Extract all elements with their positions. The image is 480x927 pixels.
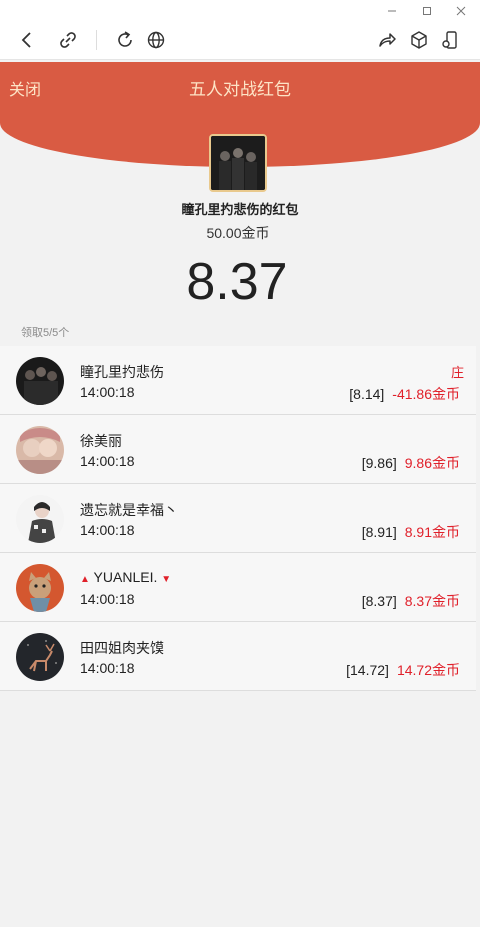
refresh-icon[interactable] bbox=[114, 29, 136, 51]
claim-result: [14.72] 14.72金币 bbox=[346, 660, 460, 680]
link-icon[interactable] bbox=[57, 29, 79, 51]
member-name: 瞳孔里扚悲伤 bbox=[80, 364, 164, 380]
avatar bbox=[16, 426, 64, 474]
claim-time: 14:00:18 bbox=[80, 384, 135, 400]
claim-time: 14:00:18 bbox=[80, 660, 135, 676]
member-name: ▲ YUANLEI. ▼ bbox=[80, 569, 171, 585]
claim-time: 14:00:18 bbox=[80, 591, 135, 607]
claimed-count: 领取5/5个 bbox=[21, 327, 70, 339]
gold-change: 8.91金币 bbox=[404, 524, 460, 540]
claim-list: 瞳孔里扚悲伤 庄 14:00:18 [8.14] -41.86金币 徐美丽 14:… bbox=[0, 346, 476, 691]
claim-value: [9.86] bbox=[361, 455, 397, 471]
toolbar-divider bbox=[96, 30, 97, 50]
member-name: 遗忘就是幸福丶 bbox=[80, 502, 178, 518]
claim-value: [14.72] bbox=[346, 662, 389, 678]
avatar bbox=[16, 357, 64, 405]
sender-avatar bbox=[209, 134, 267, 192]
toolbar bbox=[0, 22, 480, 60]
triangle-down-icon: ▼ bbox=[161, 574, 172, 585]
gold-change: -41.86金币 bbox=[392, 386, 460, 402]
banker-badge: 庄 bbox=[450, 365, 464, 380]
gold-change: 8.37金币 bbox=[404, 593, 460, 609]
claim-result: [8.91] 8.91金币 bbox=[362, 522, 460, 542]
minimize-button[interactable] bbox=[385, 4, 399, 18]
total-amount: 50.00金币 bbox=[206, 225, 270, 241]
claim-result: [8.37] 8.37金币 bbox=[362, 591, 460, 611]
claim-value: [8.37] bbox=[361, 593, 397, 609]
gold-change: 9.86金币 bbox=[404, 455, 460, 471]
maximize-button[interactable] bbox=[420, 4, 434, 18]
list-item[interactable]: ▲ YUANLEI. ▼ 14:00:18 [8.37] 8.37金币 bbox=[0, 553, 476, 622]
window-titlebar bbox=[0, 0, 480, 22]
gold-change: 14.72金币 bbox=[396, 662, 460, 678]
back-icon[interactable] bbox=[16, 29, 38, 51]
list-item[interactable]: 瞳孔里扚悲伤 庄 14:00:18 [8.14] -41.86金币 bbox=[0, 346, 476, 415]
list-item[interactable]: 田四姐肉夹馍 14:00:18 [14.72] 14.72金币 bbox=[0, 622, 476, 691]
sender-name: 瞳孔里扚悲伤的红包 bbox=[181, 202, 299, 217]
member-name-text: YUANLEI. bbox=[93, 569, 158, 585]
share-icon[interactable] bbox=[376, 29, 398, 51]
page-title: 五人对战红包 bbox=[189, 80, 291, 99]
claim-value: [8.91] bbox=[361, 524, 397, 540]
cube-icon[interactable] bbox=[408, 29, 430, 51]
claim-value: [8.14] bbox=[349, 386, 385, 402]
list-item[interactable]: 徐美丽 14:00:18 [9.86] 9.86金币 bbox=[0, 415, 476, 484]
member-name: 田四姐肉夹馍 bbox=[80, 640, 164, 656]
triangle-up-icon: ▲ bbox=[80, 574, 90, 585]
claim-time: 14:00:18 bbox=[80, 522, 135, 538]
close-window-button[interactable] bbox=[454, 4, 468, 18]
avatar bbox=[16, 495, 64, 543]
member-name: 徐美丽 bbox=[80, 433, 122, 449]
my-amount: 8.37 bbox=[186, 253, 288, 311]
globe-icon[interactable] bbox=[145, 29, 167, 51]
claim-result: [8.14] -41.86金币 bbox=[349, 384, 460, 404]
list-item[interactable]: 遗忘就是幸福丶 14:00:18 [8.91] 8.91金币 bbox=[0, 484, 476, 553]
avatar bbox=[16, 633, 64, 681]
phone-settings-icon[interactable] bbox=[439, 29, 461, 51]
avatar bbox=[16, 564, 64, 612]
claim-result: [9.86] 9.86金币 bbox=[362, 453, 460, 473]
claim-time: 14:00:18 bbox=[80, 453, 135, 469]
